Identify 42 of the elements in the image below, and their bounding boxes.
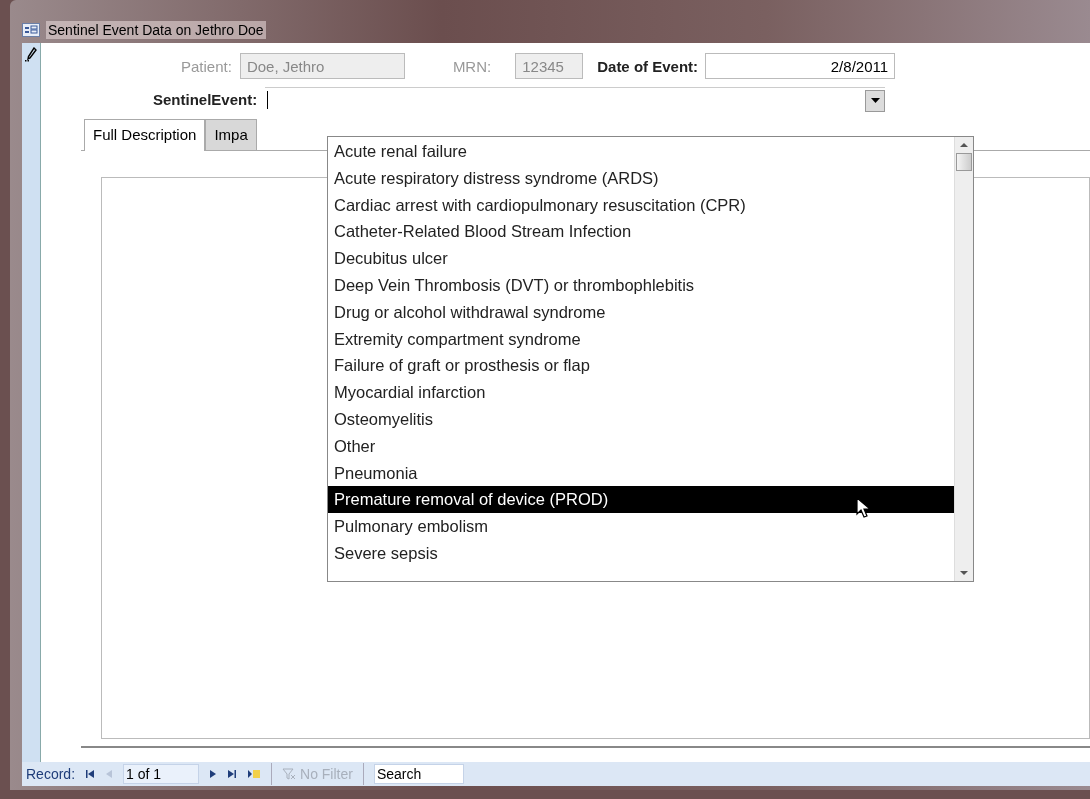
- date-field[interactable]: 2/8/2011: [705, 53, 896, 79]
- record-position-field[interactable]: 1 of 1: [123, 764, 200, 784]
- funnel-icon: [282, 768, 297, 780]
- dropdown-option[interactable]: Acute respiratory distress syndrome (ARDS): [328, 164, 954, 192]
- pencil-icon: [25, 47, 37, 63]
- scroll-bar[interactable]: [954, 137, 973, 581]
- window-title: Sentinel Event Data on Jethro Doe: [46, 20, 266, 39]
- patient-label: Patient:: [181, 57, 232, 75]
- scroll-thumb[interactable]: [956, 153, 972, 171]
- record-label: Record:: [26, 766, 76, 782]
- sentinel-event-label: SentinelEvent:: [153, 90, 258, 108]
- next-record-icon[interactable]: [209, 769, 218, 779]
- caret-icon: [870, 98, 880, 103]
- dropdown-option[interactable]: Drug or alcohol withdrawal syndrome: [328, 298, 954, 326]
- dropdown-option[interactable]: Severe sepsis: [328, 539, 954, 567]
- dropdown-option[interactable]: Acute renal failure: [328, 138, 954, 165]
- dropdown-option[interactable]: Extremity compartment syndrome: [328, 325, 954, 353]
- dropdown-option[interactable]: Pulmonary embolism: [328, 513, 954, 540]
- mouse-pointer-icon: [856, 497, 872, 519]
- search-field[interactable]: Search: [373, 764, 464, 784]
- dropdown-option[interactable]: Failure of graft or prosthesis or flap: [328, 352, 954, 380]
- dropdown-option[interactable]: Pneumonia: [328, 459, 954, 487]
- tab[interactable]: Full Description: [84, 119, 206, 151]
- mrn-label: MRN:: [452, 57, 492, 75]
- last-record-icon[interactable]: [227, 769, 238, 779]
- scroll-up-icon: [960, 143, 968, 147]
- dropdown-option[interactable]: Cardiac arrest with cardiopulmonary resuscitation (CPR): [328, 191, 954, 219]
- first-record-icon[interactable]: [85, 769, 96, 779]
- dropdown-option[interactable]: Osteomyelitis: [328, 405, 954, 433]
- dropdown-option[interactable]: Premature removal of device (PROD): [328, 486, 954, 514]
- new-record-icon[interactable]: [247, 769, 262, 779]
- date-label: Date of Event:: [597, 57, 699, 75]
- text-cursor: [267, 90, 269, 109]
- dropdown-option[interactable]: Decubitus ulcer: [328, 245, 954, 272]
- tab[interactable]: Impa: [205, 119, 257, 150]
- dropdown-option[interactable]: Myocardial infarction: [328, 379, 954, 406]
- dropdown-button[interactable]: [865, 89, 886, 112]
- scroll-down-icon: [960, 571, 968, 575]
- dropdown-option[interactable]: Other: [328, 432, 954, 460]
- form-icon: [22, 22, 40, 37]
- dropdown-option[interactable]: Catheter-Related Blood Stream Infection: [328, 218, 954, 246]
- dropdown-option[interactable]: Deep Vein Thrombosis (DVT) or thrombophlebitis: [328, 272, 954, 299]
